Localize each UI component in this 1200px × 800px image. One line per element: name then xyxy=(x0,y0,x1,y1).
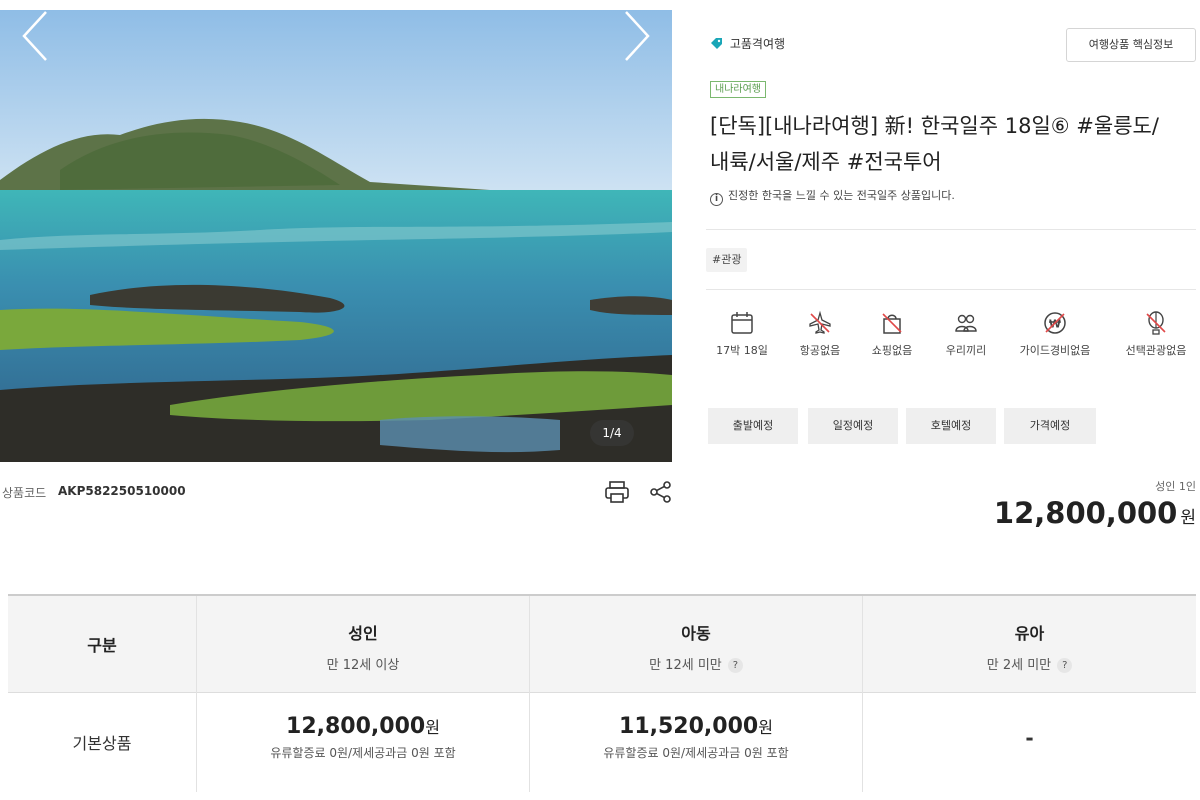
header-category: 구분 xyxy=(87,636,117,655)
calendar-icon xyxy=(731,312,753,334)
price-unit: 원 xyxy=(425,718,440,737)
category-label: 고품격여행 xyxy=(710,35,785,52)
feature-label: 17박 18일 xyxy=(716,344,768,357)
product-description: i 진정한 한국을 느낄 수 있는 전국일주 상품입니다. xyxy=(710,187,955,206)
slide-counter: 1/4 xyxy=(590,420,634,446)
price-schedule-button[interactable]: 가격예정 xyxy=(1004,408,1096,444)
child-price-amount: 11,520,000 xyxy=(619,714,759,739)
product-code-value: AKP582250510000 xyxy=(58,484,186,498)
no-shopping-icon xyxy=(882,313,902,334)
feature-duration: 17박 18일 xyxy=(712,310,772,358)
feature-private: 우리끼리 xyxy=(936,310,996,358)
hotel-schedule-button[interactable]: 호텔예정 xyxy=(906,408,996,444)
tag-icon xyxy=(711,38,722,49)
header-child: 아동 만 12세 미만 ? xyxy=(530,620,862,673)
feature-no-flight: 항공없음 xyxy=(790,310,850,358)
info-icon: i xyxy=(710,193,723,206)
share-icon[interactable] xyxy=(648,480,674,504)
adult-price-cell: 12,800,000원 유류할증료 0원/제세공과금 0원 포함 xyxy=(197,714,529,761)
feature-no-optional-tour: 선택관광없음 xyxy=(1116,310,1196,358)
next-arrow-icon[interactable] xyxy=(622,10,652,62)
help-icon[interactable]: ? xyxy=(727,658,743,673)
feature-no-shopping: 쇼핑없음 xyxy=(862,310,922,358)
product-price: 12,800,000 원 xyxy=(960,496,1196,530)
help-icon[interactable]: ? xyxy=(1057,658,1073,673)
product-code-row: 상품코드 AKP582250510000 xyxy=(0,480,674,504)
feature-label: 선택관광없음 xyxy=(1125,344,1187,357)
price-unit: 원 xyxy=(758,718,773,737)
no-optional-tour-icon xyxy=(1146,311,1166,335)
price-note: 유류할증료 0원/제세공과금 0원 포함 xyxy=(603,746,789,760)
header-title: 유아 xyxy=(1014,624,1045,643)
description-text: 진정한 한국을 느낄 수 있는 전국일주 상품입니다. xyxy=(728,189,955,202)
product-code-label: 상품코드 xyxy=(2,486,47,500)
product-photo[interactable]: 1/4 xyxy=(0,10,672,462)
header-title: 성인 xyxy=(348,624,378,643)
infant-price-cell: - xyxy=(1025,726,1034,750)
hashtag-chip[interactable]: #관광 xyxy=(706,248,748,272)
divider xyxy=(706,229,1196,230)
group-icon xyxy=(955,314,977,332)
no-guide-fee-icon: ₩ xyxy=(1044,312,1066,334)
product-title: [단독][내나라여행] 新! 한국일주 18일⑥ #울릉도/ 내륙/서울/제주 … xyxy=(710,108,1190,180)
departure-schedule-button[interactable]: 출발예정 xyxy=(708,408,798,444)
adult-price-amount: 12,800,000 xyxy=(286,714,426,739)
feature-label: 항공없음 xyxy=(799,344,841,357)
title-line-2: 내륙/서울/제주 #전국투어 xyxy=(710,150,942,174)
price-per-person-label: 성인 1인 xyxy=(1155,480,1196,493)
previous-arrow-icon[interactable] xyxy=(20,10,50,62)
header-infant: 유아 만 2세 미만 ? xyxy=(863,620,1196,673)
header-title: 아동 xyxy=(681,624,711,643)
seascape-image xyxy=(0,10,672,462)
print-icon[interactable] xyxy=(604,480,630,504)
price-unit: 원 xyxy=(1180,508,1196,528)
itinerary-schedule-button[interactable]: 일정예정 xyxy=(808,408,898,444)
feature-label: 우리끼리 xyxy=(945,344,987,357)
title-line-1: [단독][내나라여행] 新! 한국일주 18일⑥ #울릉도/ xyxy=(710,114,1159,138)
feature-label: 쇼핑없음 xyxy=(871,344,913,357)
row-label: 기본상품 xyxy=(72,734,132,753)
header-age: 만 2세 미만 xyxy=(986,658,1052,673)
key-info-button[interactable]: 여행상품 핵심정보 xyxy=(1066,28,1196,62)
header-age: 만 12세 이상 xyxy=(326,658,400,673)
no-airplane-icon xyxy=(809,310,831,334)
product-badge: 내나라여행 xyxy=(710,81,766,98)
header-adult: 성인 만 12세 이상 xyxy=(197,620,529,673)
divider xyxy=(706,289,1196,290)
feature-no-guide-fee: ₩ 가이드경비없음 xyxy=(1010,310,1100,358)
header-age: 만 12세 미만 xyxy=(649,658,722,673)
price-note: 유류할증료 0원/제세공과금 0원 포함 xyxy=(270,746,456,760)
feature-label: 가이드경비없음 xyxy=(1019,344,1091,357)
category-text: 고품격여행 xyxy=(729,37,786,51)
price-amount: 12,800,000 xyxy=(993,496,1178,530)
child-price-cell: 11,520,000원 유류할증료 0원/제세공과금 0원 포함 xyxy=(530,714,862,761)
